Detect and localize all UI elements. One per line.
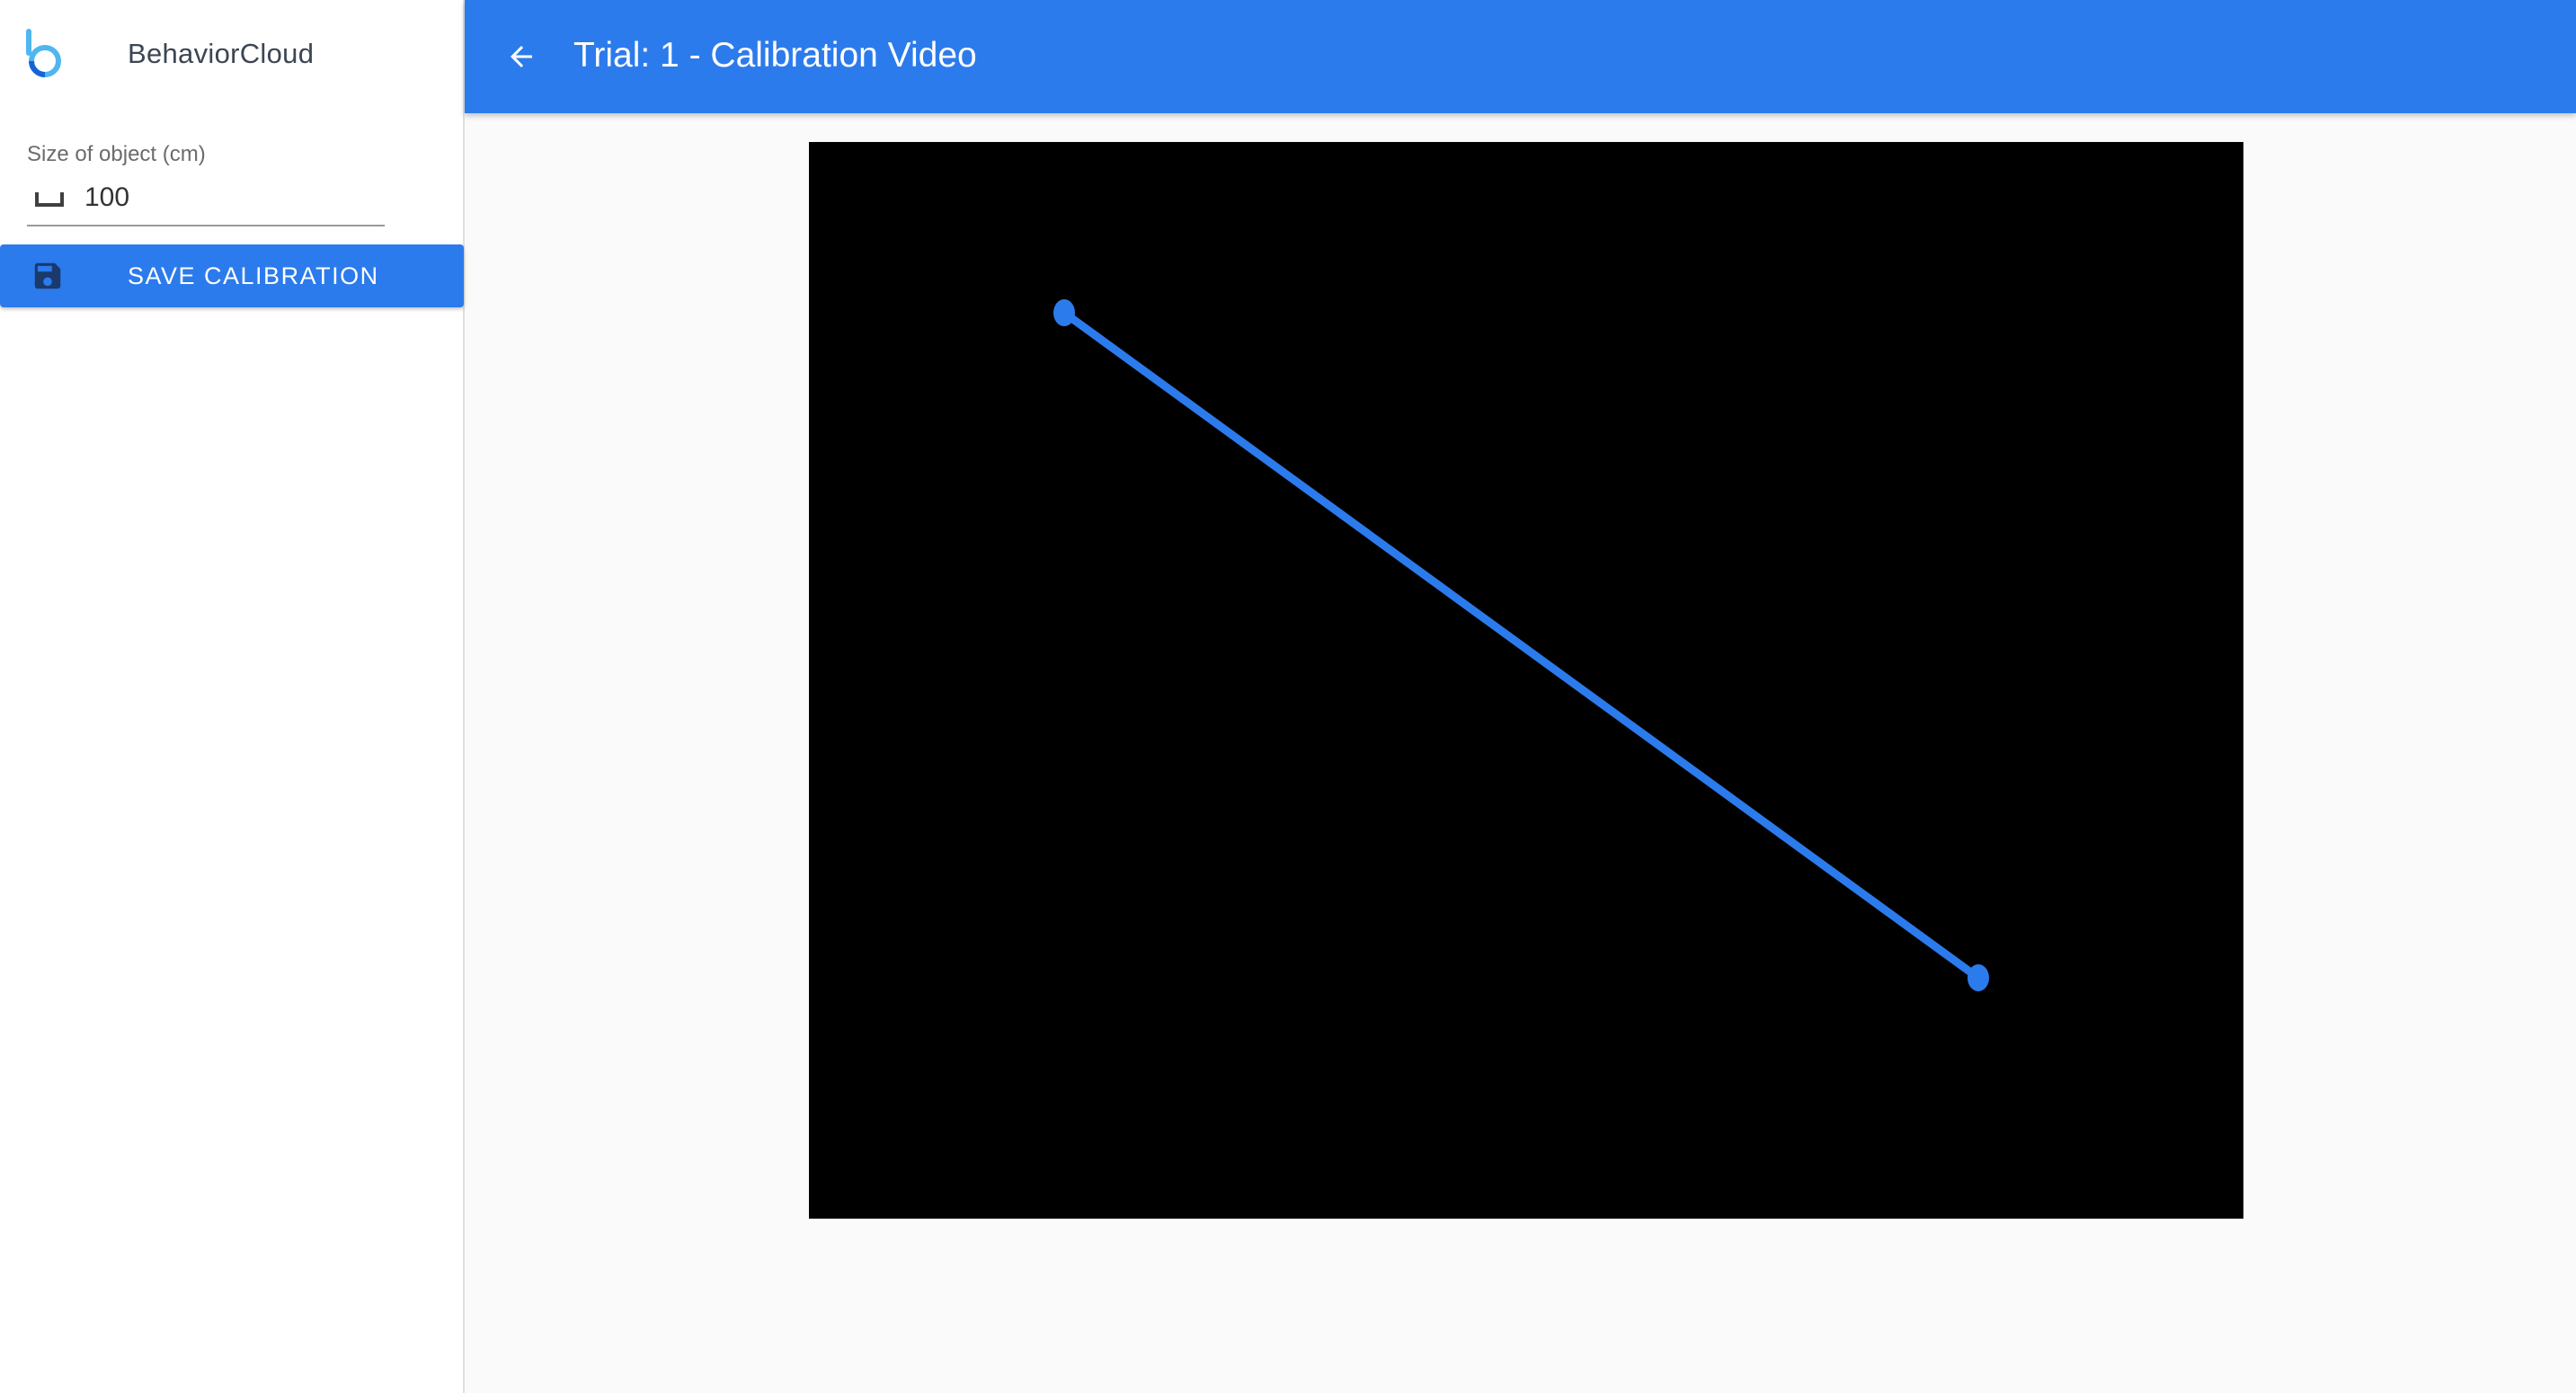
- calibration-video-frame[interactable]: [809, 142, 2243, 1219]
- save-icon: [34, 262, 61, 289]
- save-calibration-button[interactable]: SAVE CALIBRATION: [0, 244, 464, 307]
- brand: BehaviorCloud: [0, 0, 463, 112]
- brand-name: BehaviorCloud: [128, 38, 315, 69]
- size-of-object-label: Size of object (cm): [27, 142, 206, 166]
- size-of-object-input[interactable]: [84, 178, 372, 217]
- save-calibration-label: SAVE CALIBRATION: [128, 262, 379, 289]
- back-button[interactable]: [497, 32, 546, 81]
- calibration-line: [1060, 308, 1983, 982]
- size-of-object-field: [27, 176, 385, 226]
- arrow-back-icon: [511, 46, 532, 67]
- sidebar: BehaviorCloud Size of object (cm) SAVE C…: [0, 0, 465, 1393]
- behaviorcloud-logo-icon: [26, 29, 61, 77]
- ruler-icon: [35, 192, 64, 207]
- app-bar: Trial: 1 - Calibration Video: [465, 0, 2576, 113]
- calibration-handle-end[interactable]: [1968, 964, 1989, 991]
- calibration-overlay: [1053, 299, 1989, 991]
- calibration-handle-start[interactable]: [1053, 299, 1075, 326]
- page-title: Trial: 1 - Calibration Video: [573, 36, 977, 75]
